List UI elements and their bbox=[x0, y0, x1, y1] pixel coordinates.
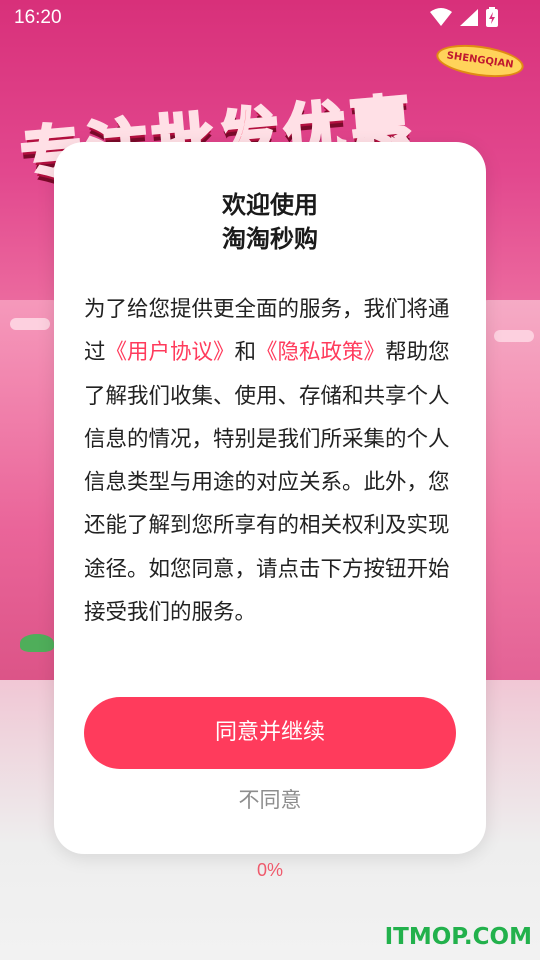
dialog-body: 为了给您提供更全面的服务，我们将通过《用户协议》和《隐私政策》帮助您了解我们收集… bbox=[84, 288, 460, 634]
disagree-button[interactable]: 不同意 bbox=[170, 782, 370, 818]
user-agreement-link[interactable]: 《用户协议》 bbox=[106, 340, 235, 365]
background-plant bbox=[20, 634, 54, 652]
status-icons bbox=[428, 7, 528, 29]
body-text-part2: 和 bbox=[234, 340, 257, 366]
agree-continue-button[interactable]: 同意并继续 bbox=[84, 697, 456, 769]
dialog-title-app-name: 淘淘秒购 bbox=[222, 225, 318, 253]
privacy-policy-link[interactable]: 《隐私政策》 bbox=[256, 340, 385, 365]
signal-icon bbox=[460, 9, 478, 26]
watermark-logo: ITMOP.COM bbox=[384, 924, 532, 950]
dialog-title-line1: 欢迎使用 bbox=[222, 191, 318, 219]
background-lamp-left bbox=[10, 318, 50, 330]
loading-progress-text: 0% bbox=[256, 860, 283, 880]
privacy-dialog: 欢迎使用 淘淘秒购 为了给您提供更全面的服务，我们将通过《用户协议》和《隐私政策… bbox=[54, 142, 486, 854]
status-time: 16:20 bbox=[14, 7, 62, 28]
body-text-part3: 帮助您了解我们收集、使用、存储和共享个人信息的情况，特别是我们所采集的个人信息类… bbox=[84, 340, 450, 626]
wifi-icon bbox=[430, 8, 452, 26]
status-bar: 16:20 bbox=[0, 0, 540, 36]
dialog-title: 欢迎使用 淘淘秒购 bbox=[54, 188, 486, 256]
background-lamp-right bbox=[494, 330, 534, 342]
battery-charging-icon bbox=[486, 7, 498, 27]
